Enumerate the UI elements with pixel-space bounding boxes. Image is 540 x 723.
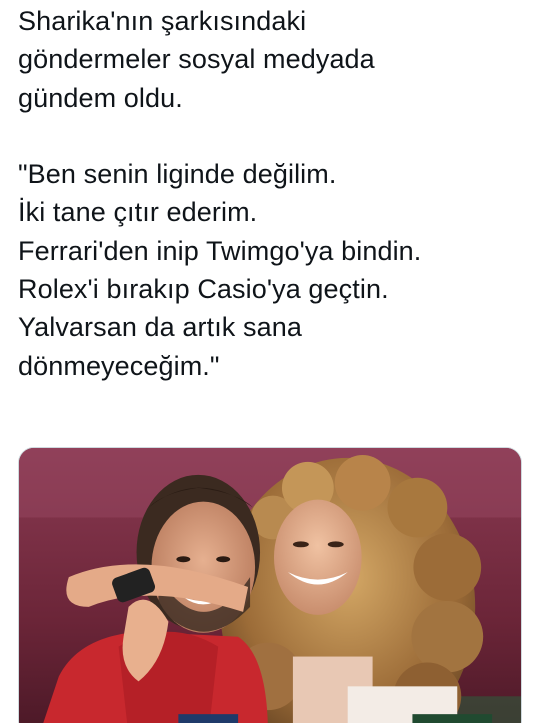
tweet-paragraph-2: "Ben senin liginde değilim. İki tane çıt… <box>18 155 528 385</box>
tweet-line: "Ben senin liginde değilim. <box>18 159 337 190</box>
tweet-paragraph-1: Sharika'nın şarkısındaki göndermeler sos… <box>18 2 528 117</box>
tweet-text: Sharika'nın şarkısındaki göndermeler sos… <box>18 2 528 385</box>
tweet-line: Yalvarsan da artık sana <box>18 312 302 343</box>
tweet-line: dönmeyeceğim." <box>18 350 220 381</box>
tweet-line: Sharika'nın şarkısındaki <box>18 6 307 36</box>
tweet-photo[interactable] <box>18 447 522 723</box>
tweet-line: Rolex'i bırakıp Casio'ya geçtin. <box>18 274 389 305</box>
tweet-line: göndermeler sosyal medyada <box>18 44 375 75</box>
tweet-line: gündem oldu. <box>18 82 183 113</box>
tweet-line: Ferrari'den inip Twimgo'ya bindin. <box>18 235 422 266</box>
photo-illustration <box>19 448 521 723</box>
tweet-line: İki tane çıtır ederim. <box>18 197 258 228</box>
